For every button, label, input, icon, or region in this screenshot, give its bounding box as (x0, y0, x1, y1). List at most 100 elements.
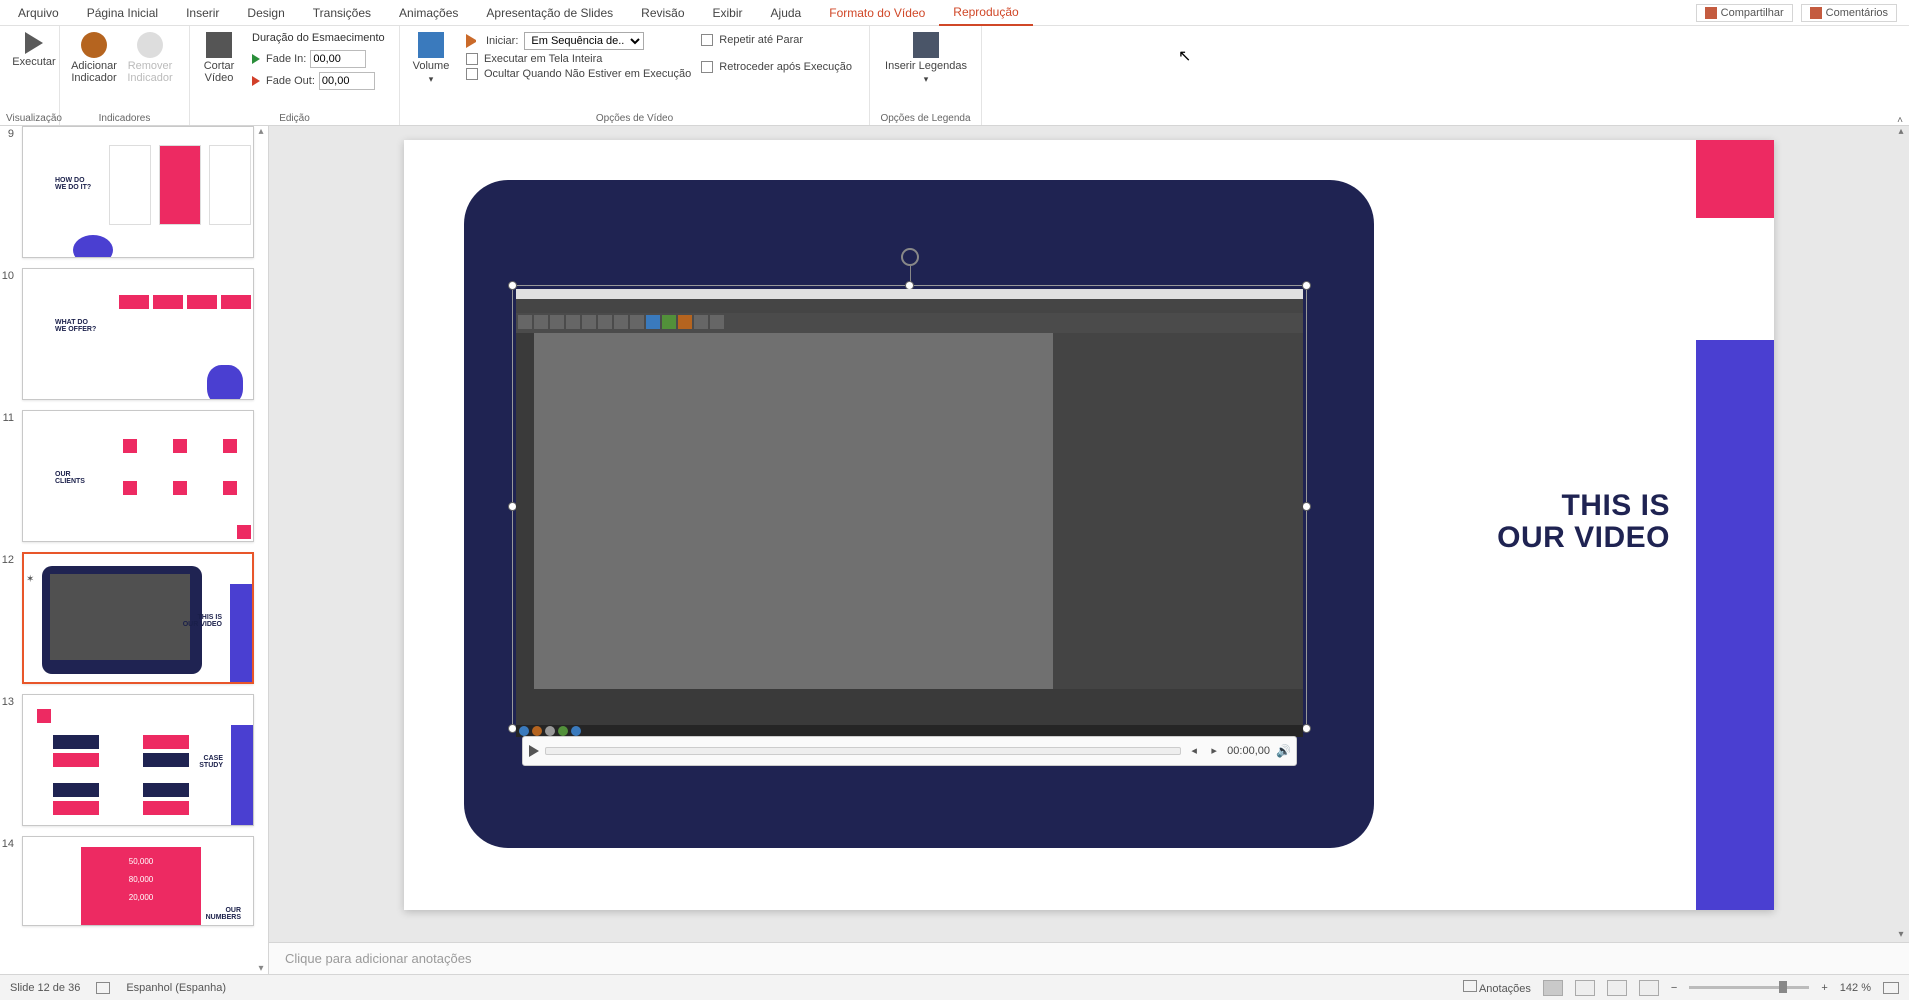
trim-label: Cortar Vídeo (196, 60, 242, 84)
canvas-wrap: THIS IS OUR VIDEO (269, 126, 1909, 942)
fade-in-row: Fade In: (252, 50, 385, 68)
fade-out-icon (252, 76, 262, 86)
media-time: 00:00,00 (1227, 745, 1270, 757)
slide-title: THIS IS OUR VIDEO (1497, 490, 1670, 553)
media-play-button[interactable] (529, 745, 539, 757)
slide-canvas[interactable]: THIS IS OUR VIDEO (404, 140, 1774, 910)
thumb13-title: CASE STUDY (199, 755, 223, 769)
thumb12-title: THIS IS OUR VIDEO (183, 614, 222, 628)
remove-bookmark-button: Remover Indicador (122, 30, 178, 84)
thumb14-title: OUR NUMBERS (206, 907, 241, 921)
add-bookmark-icon (81, 32, 107, 58)
add-bookmark-button[interactable]: Adicionar Indicador (66, 30, 122, 84)
slide-thumb-9[interactable]: HOW DO WE DO IT? (22, 126, 254, 258)
share-icon (1705, 7, 1717, 19)
fade-duration-block: Duração do Esmaecimento Fade In: Fade Ou… (252, 30, 385, 90)
notes-pane[interactable]: Clique para adicionar anotações (269, 942, 1909, 974)
fit-to-window-button[interactable] (1883, 982, 1899, 994)
rotate-handle[interactable] (901, 248, 919, 266)
view-normal-button[interactable] (1543, 980, 1563, 996)
tab-playback[interactable]: Reprodução (939, 0, 1032, 26)
decor-blue-bar (1696, 340, 1774, 910)
hide-label: Ocultar Quando Não Estiver em Execução (484, 68, 691, 80)
comments-label: Comentários (1826, 7, 1888, 19)
video-object-selected[interactable] (512, 285, 1307, 729)
group-editing-label: Edição (196, 111, 393, 124)
remove-bookmark-label: Remover Indicador (122, 60, 178, 84)
tab-view[interactable]: Exibir (699, 0, 757, 26)
media-seek-track[interactable] (545, 747, 1181, 755)
loop-opts: Repetir até Parar Retroceder após Execuç… (701, 30, 852, 73)
trim-video-button[interactable]: Cortar Vídeo (196, 30, 242, 84)
zoom-value[interactable]: 142 % (1840, 982, 1871, 994)
tab-file[interactable]: Arquivo (4, 0, 73, 26)
zoom-out-button[interactable]: − (1671, 982, 1677, 994)
fade-in-label: Fade In: (266, 53, 306, 65)
rewind-checkbox[interactable] (701, 61, 713, 73)
execute-label: Executar (12, 56, 55, 68)
comment-icon (1810, 7, 1822, 19)
slide-thumb-11[interactable]: OUR CLIENTS (22, 410, 254, 542)
t14-a: 50,000 (81, 857, 201, 866)
thumbs-scrollbar[interactable]: ▴▾ (254, 126, 268, 974)
view-sorter-button[interactable] (1575, 980, 1595, 996)
view-slideshow-button[interactable] (1639, 980, 1659, 996)
loop-checkbox[interactable] (701, 34, 713, 46)
notes-toggle[interactable]: Anotações (1463, 980, 1531, 995)
t14-c: 20,000 (81, 893, 201, 902)
slide-thumb-12[interactable]: ✶ THIS IS OUR VIDEO (22, 552, 254, 684)
ribbon: Executar Visualização Adicionar Indicado… (0, 26, 1909, 126)
tab-design[interactable]: Design (233, 0, 298, 26)
slide-thumb-10[interactable]: WHAT DO WE OFFER? (22, 268, 254, 400)
start-select[interactable]: Em Sequência de... (524, 32, 644, 50)
tab-home[interactable]: Página Inicial (73, 0, 172, 26)
thumb11-title: OUR CLIENTS (55, 471, 85, 485)
tab-transitions[interactable]: Transições (299, 0, 385, 26)
thumb-number: 9 (0, 126, 18, 258)
group-bookmarks-label: Indicadores (66, 111, 183, 124)
editor-scrollbar[interactable]: ▴▾ (1893, 126, 1909, 940)
tab-video-format[interactable]: Formato do Vídeo (815, 0, 939, 26)
play-preview-button[interactable]: Executar (6, 30, 62, 68)
captions-label: Inserir Legendas (885, 60, 967, 72)
zoom-in-button[interactable]: + (1821, 982, 1827, 994)
group-video-options-label: Opções de Vídeo (406, 111, 863, 124)
tab-review[interactable]: Revisão (627, 0, 698, 26)
notes-label: Anotações (1479, 983, 1531, 995)
sel-handle-mr[interactable] (1302, 502, 1311, 511)
sel-handle-br[interactable] (1302, 724, 1311, 733)
comments-button[interactable]: Comentários (1801, 4, 1897, 22)
share-button[interactable]: Compartilhar (1696, 4, 1793, 22)
language-status[interactable]: Espanhol (Espanha) (126, 982, 226, 994)
media-step-fwd[interactable]: ▸ (1207, 744, 1221, 758)
thumb10-title: WHAT DO WE OFFER? (55, 319, 96, 333)
media-controls: ◂ ▸ 00:00,00 🔊 (522, 736, 1297, 766)
thumb-number: 14 (0, 836, 18, 926)
captions-icon (913, 32, 939, 58)
insert-captions-button[interactable]: Inserir Legendas▾ (876, 30, 976, 85)
zoom-slider[interactable] (1689, 986, 1809, 989)
fullscreen-checkbox[interactable] (466, 53, 478, 65)
start-opts: Iniciar: Em Sequência de... Executar em … (466, 30, 691, 80)
fade-title: Duração do Esmaecimento (252, 32, 385, 44)
tab-slideshow[interactable]: Apresentação de Slides (472, 0, 627, 26)
volume-label: Volume (413, 60, 450, 72)
tab-insert[interactable]: Inserir (172, 0, 233, 26)
animation-star-icon: ✶ (26, 574, 34, 585)
tab-help[interactable]: Ajuda (757, 0, 816, 26)
fade-out-input[interactable] (319, 72, 375, 90)
slide-thumb-14[interactable]: 50,00080,00020,000 OUR NUMBERS (22, 836, 254, 926)
volume-button[interactable]: Volume▾ (406, 30, 456, 85)
fade-in-input[interactable] (310, 50, 366, 68)
fade-out-row: Fade Out: (252, 72, 385, 90)
hide-checkbox[interactable] (466, 68, 478, 80)
slide-thumb-13[interactable]: CASE STUDY (22, 694, 254, 826)
media-step-back[interactable]: ◂ (1187, 744, 1201, 758)
sel-handle-tr[interactable] (1302, 281, 1311, 290)
slide-counter: Slide 12 de 36 (10, 982, 80, 994)
media-volume-button[interactable]: 🔊 (1276, 744, 1290, 758)
accessibility-icon[interactable] (96, 982, 110, 994)
thumb-number: 12 (0, 552, 18, 684)
tab-animations[interactable]: Animações (385, 0, 472, 26)
view-reading-button[interactable] (1607, 980, 1627, 996)
